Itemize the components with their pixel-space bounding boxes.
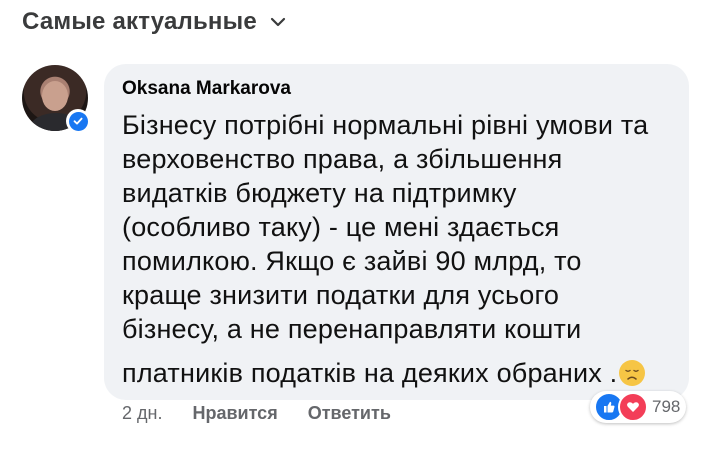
verified-badge-icon <box>66 109 90 133</box>
comment-sort-dropdown[interactable]: Самые актуальные <box>22 8 287 36</box>
comment-timestamp[interactable]: 2 дн. <box>122 403 162 424</box>
comment-line: бізнесу, а не перенаправляти кошти <box>122 314 582 344</box>
comment-bubble: Oksana Markarova Бізнесу потрібні нормал… <box>104 64 689 400</box>
comment-line: (особливо таку) - це мені здається <box>122 212 560 242</box>
reactions-summary[interactable]: 798 <box>590 391 687 423</box>
comment-line-last: платників податків на деяких обраних . <box>122 356 671 390</box>
reaction-count: 798 <box>652 397 681 416</box>
comment-line: краще знизити податки для усього <box>122 280 560 310</box>
comment-line: помилкою. Якщо є зайві 90 млрд, то <box>122 246 582 276</box>
comment-line: верховенство права, а збільшення <box>122 144 563 174</box>
comment-line: Бізнесу потрібні нормальні рівні умови т… <box>122 110 649 140</box>
love-icon <box>618 392 648 422</box>
comment-line: платників податків на деяких обраних . <box>122 358 618 388</box>
sort-label: Самые актуальные <box>22 8 257 35</box>
like-button[interactable]: Нравится <box>192 403 277 424</box>
author-avatar[interactable] <box>22 65 92 135</box>
disappointed-face-emoji <box>619 360 646 386</box>
reply-button[interactable]: Ответить <box>308 403 391 424</box>
comment-text: Бізнесу потрібні нормальні рівні умови т… <box>122 108 671 390</box>
comment-author[interactable]: Oksana Markarova <box>122 78 671 100</box>
chevron-down-icon <box>269 13 287 31</box>
comment-actions: 2 дн. Нравится Ответить <box>122 403 391 424</box>
comment-line: видатків бюджету на підтримку <box>122 178 517 208</box>
